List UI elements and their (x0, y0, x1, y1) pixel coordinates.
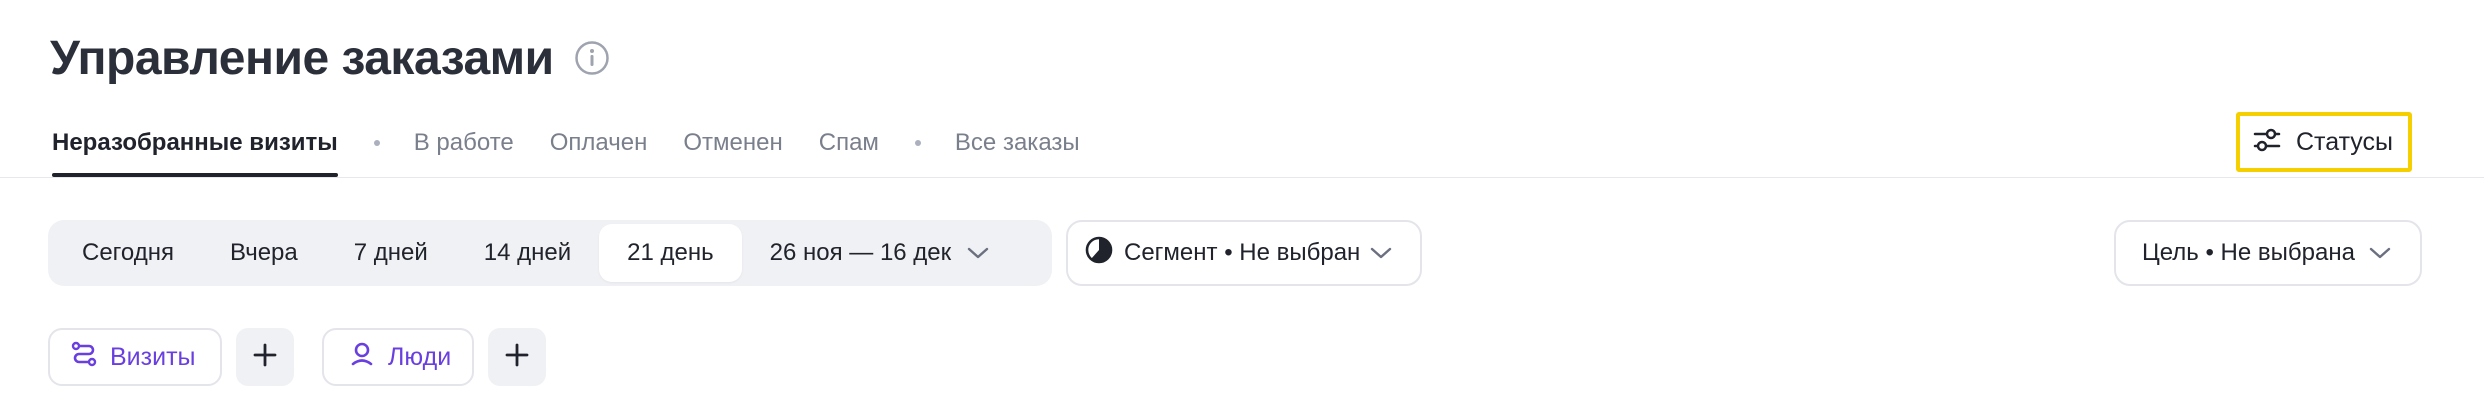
statuses-button[interactable]: Статусы (2236, 112, 2412, 172)
segment-dropdown[interactable]: Сегмент • Не выбран (1066, 220, 1422, 286)
tabs-divider (0, 177, 2484, 178)
period-7-days[interactable]: 7 дней (326, 224, 456, 282)
chevron-down-icon (2369, 239, 2391, 267)
goal-label: Цель • Не выбрана (2142, 239, 2355, 266)
tab-spam[interactable]: Спам (819, 118, 879, 178)
people-chip[interactable]: Люди (322, 328, 474, 386)
period-today[interactable]: Сегодня (52, 224, 202, 282)
chevron-down-icon (967, 239, 989, 267)
page-title: Управление заказами (50, 31, 554, 85)
route-icon (70, 340, 98, 375)
pie-chart-icon (1084, 235, 1114, 272)
segment-label: Сегмент • Не выбран (1124, 239, 1361, 266)
period-21-days[interactable]: 21 день (599, 224, 742, 282)
person-icon (348, 340, 376, 375)
tab-paid[interactable]: Оплачен (550, 118, 648, 178)
page-header: Управление заказами (50, 28, 610, 88)
add-dimension-button[interactable] (488, 328, 546, 386)
period-yesterday[interactable]: Вчера (202, 224, 326, 282)
tab-separator-dot (373, 140, 380, 146)
goal-dropdown[interactable]: Цель • Не выбрана (2114, 220, 2422, 286)
tab-unsorted-visits[interactable]: Неразобранные визиты (52, 118, 338, 178)
tab-in-progress[interactable]: В работе (414, 118, 514, 178)
sliders-icon (2252, 125, 2282, 160)
chevron-down-icon (1370, 239, 1392, 267)
plus-icon (252, 342, 278, 373)
people-chip-label: Люди (388, 342, 452, 371)
statuses-label: Статусы (2296, 127, 2393, 156)
add-dimension-button[interactable] (236, 328, 294, 386)
info-icon[interactable] (574, 40, 610, 76)
date-range-picker[interactable]: 26 ноя — 16 дек (742, 224, 1018, 282)
visits-chip-label: Визиты (110, 342, 196, 371)
tab-all-orders[interactable]: Все заказы (955, 118, 1080, 178)
period-selector: Сегодня Вчера 7 дней 14 дней 21 день 26 … (48, 220, 1052, 286)
date-range-label: 26 ноя — 16 дек (769, 239, 952, 266)
tab-separator-dot (914, 140, 921, 146)
orders-tabs: Неразобранные визиты В работе Оплачен От… (52, 118, 1080, 178)
tab-cancelled[interactable]: Отменен (683, 118, 782, 178)
plus-icon (504, 342, 530, 373)
period-14-days[interactable]: 14 дней (456, 224, 599, 282)
visits-chip[interactable]: Визиты (48, 328, 222, 386)
